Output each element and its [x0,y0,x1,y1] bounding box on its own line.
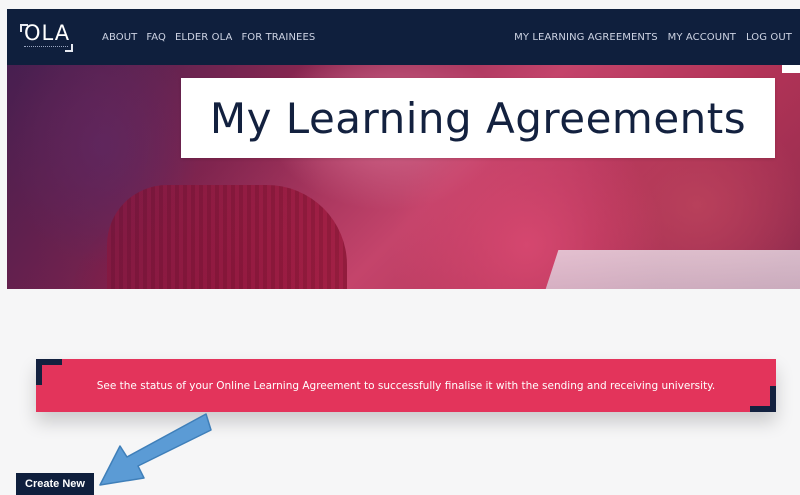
top-navbar: OLA ABOUT FAQ ELDER OLA FOR TRAINEES MY … [7,9,800,65]
nav-log-out[interactable]: LOG OUT [746,32,792,43]
hero-corner [782,65,800,73]
account-nav: MY LEARNING AGREEMENTS MY ACCOUNT LOG OU… [504,9,792,65]
nav-elder-ola[interactable]: ELDER OLA [175,32,232,43]
ola-logo[interactable]: OLA [18,21,76,52]
nav-about[interactable]: ABOUT [102,32,137,43]
logo-bracket-bottom-right [65,44,73,52]
nav-my-account[interactable]: MY ACCOUNT [668,32,736,43]
info-banner: See the status of your Online Learning A… [36,359,776,412]
corner-bracket-bottom-right-icon [750,386,776,412]
nav-my-learning-agreements[interactable]: MY LEARNING AGREEMENTS [514,32,658,43]
hero-title-box: My Learning Agreements [181,78,775,158]
create-new-button[interactable]: Create New [16,473,94,495]
nav-faq[interactable]: FAQ [146,32,166,43]
logo-subtitle-line [24,46,68,49]
corner-bracket-top-left-icon [36,359,62,385]
primary-nav: ABOUT FAQ ELDER OLA FOR TRAINEES [102,9,324,65]
page-title: My Learning Agreements [209,93,747,143]
info-text: See the status of your Online Learning A… [96,379,716,392]
pointer-arrow-icon [99,413,212,486]
nav-for-trainees[interactable]: FOR TRAINEES [241,32,315,43]
logo-text: OLA [24,21,71,45]
